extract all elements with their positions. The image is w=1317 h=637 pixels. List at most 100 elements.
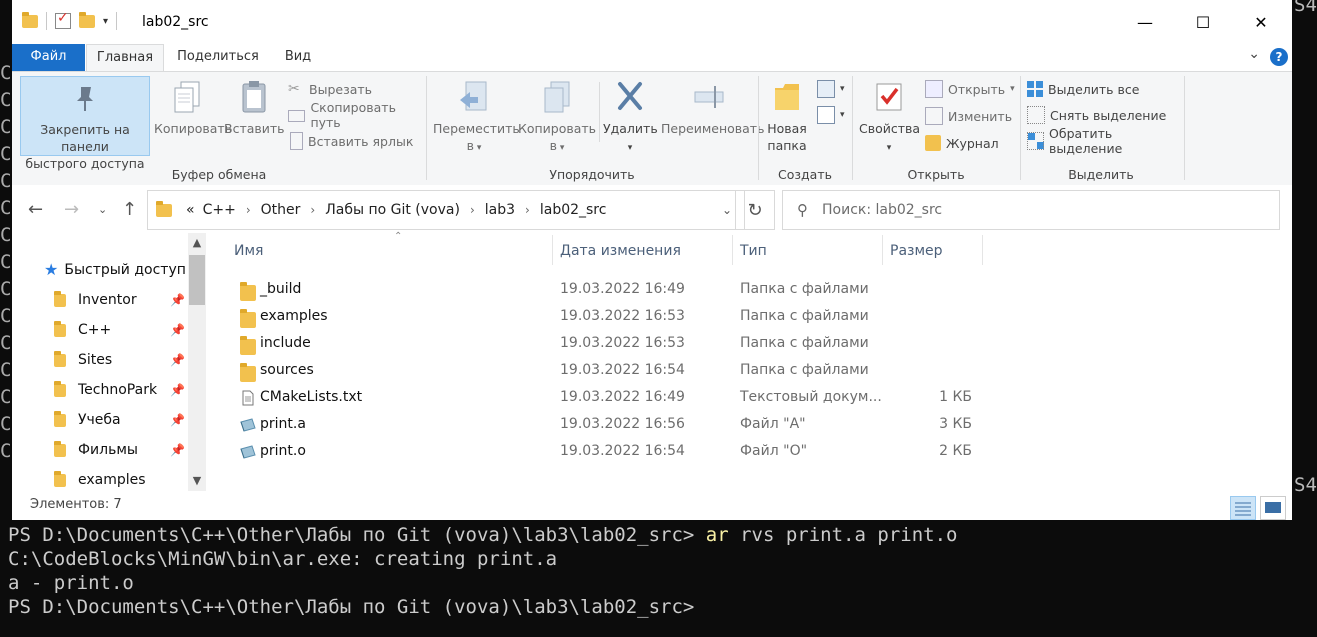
quick-access-item[interactable]: ★ Быстрый доступ — [44, 255, 186, 285]
chevron-right-icon[interactable]: › — [470, 203, 475, 217]
file-type: Файл "O" — [740, 443, 808, 459]
divider[interactable] — [552, 235, 553, 265]
copy-button[interactable]: Копировать — [154, 76, 232, 137]
cut-button[interactable]: ✂ Вырезать — [288, 78, 372, 100]
breadcrumb-labs[interactable]: Лабы по Git (vova) — [325, 202, 460, 218]
address-dropdown-icon[interactable]: ⌄ — [722, 203, 732, 217]
sidebar-item-technopark[interactable]: TechnoPark — [54, 375, 157, 405]
select-group: Выделить все Снять выделение Обратить вы… — [1021, 72, 1181, 185]
details-view-icon[interactable] — [1230, 496, 1256, 520]
rename-button[interactable]: Переименовать — [661, 76, 764, 137]
scroll-down-icon[interactable]: ▼ — [188, 471, 206, 491]
refresh-icon[interactable]: ↻ — [735, 190, 775, 230]
table-row[interactable]: CMakeLists.txt 19.03.2022 16:49 Текстовы… — [222, 384, 1002, 411]
large-icons-view-icon[interactable] — [1260, 496, 1286, 520]
breadcrumb-lab02-src[interactable]: lab02_src — [540, 202, 607, 218]
table-row[interactable]: include 19.03.2022 16:53 Папка с файлами — [222, 330, 1002, 357]
forward-arrow-icon[interactable]: → — [64, 199, 79, 220]
select-none-button[interactable]: Снять выделение — [1027, 104, 1166, 126]
column-header-date[interactable]: Дата изменения — [560, 233, 681, 267]
new-folder-quick-icon[interactable] — [79, 11, 95, 28]
address-bar[interactable]: « C++ › Other › Лабы по Git (vova) › lab3 › … — [147, 190, 745, 230]
select-all-button[interactable]: Выделить все — [1027, 78, 1139, 100]
maximize-button[interactable]: ☐ — [1174, 0, 1232, 44]
paste-shortcut-button[interactable]: Вставить ярлык — [288, 130, 413, 152]
breadcrumb-overflow[interactable]: « — [186, 202, 195, 218]
chevron-right-icon[interactable]: › — [310, 203, 315, 217]
column-header-name[interactable]: Имя — [234, 233, 263, 267]
pin-icon: 📌 — [170, 293, 185, 307]
open-button[interactable]: Открыть ▾ — [925, 78, 1015, 100]
column-header-type[interactable]: Тип — [740, 233, 767, 267]
breadcrumb-lab3[interactable]: lab3 — [485, 202, 515, 218]
breadcrumb-cpp[interactable]: C++ — [203, 202, 236, 218]
divider[interactable] — [732, 235, 733, 265]
delete-label: Удалить — [603, 121, 658, 136]
file-type: Текстовый докум... — [740, 389, 882, 405]
terminal-command: ar — [705, 524, 729, 546]
new-folder-button[interactable]: Новая папка — [763, 76, 811, 154]
table-row[interactable]: _build 19.03.2022 16:49 Папка с файлами — [222, 276, 1002, 303]
pin-icon: 📌 — [170, 353, 185, 367]
tab-share[interactable]: Поделиться — [172, 44, 264, 71]
sidebar-item-label: Sites — [78, 352, 113, 368]
sidebar-item-examples[interactable]: examples — [54, 465, 146, 495]
tab-home[interactable]: Главная — [86, 44, 164, 72]
new-item-button[interactable]: ▾ — [817, 78, 845, 100]
table-row[interactable]: print.a 19.03.2022 16:56 Файл "A" 3 КБ — [222, 411, 1002, 438]
sidebar-item-study[interactable]: Учеба — [54, 405, 121, 435]
move-to-button[interactable]: Переместить в ▾ — [433, 76, 520, 157]
chevron-down-icon[interactable]: ▾ — [103, 16, 108, 27]
minimize-button[interactable]: — — [1116, 0, 1174, 44]
sidebar-item-inventor[interactable]: Inventor — [54, 285, 137, 315]
sidebar-item-cpp[interactable]: C++ — [54, 315, 111, 345]
collapse-ribbon-icon[interactable]: ⌄ — [1248, 46, 1260, 62]
copy-to-label: Копировать — [517, 121, 597, 136]
help-button[interactable]: ? — [1270, 48, 1288, 66]
delete-icon — [618, 82, 642, 110]
tab-file[interactable]: Файл — [12, 44, 85, 71]
copy-to-label-2: в — [549, 138, 557, 153]
easy-access-button[interactable]: ▾ — [817, 104, 845, 126]
table-row[interactable]: sources 19.03.2022 16:54 Папка с файлами — [222, 357, 1002, 384]
nav-pane-scrollbar[interactable]: ▲ ▼ — [188, 233, 206, 491]
recent-locations-chevron-icon[interactable]: ⌄ — [98, 203, 107, 216]
generic-file-icon — [240, 445, 256, 459]
close-button[interactable]: ✕ — [1232, 0, 1290, 44]
tab-view[interactable]: Вид — [274, 44, 322, 71]
table-row[interactable]: examples 19.03.2022 16:53 Папка с файлам… — [222, 303, 1002, 330]
chevron-right-icon[interactable]: › — [246, 203, 251, 217]
back-arrow-icon[interactable]: ← — [28, 199, 43, 220]
breadcrumb-other[interactable]: Other — [261, 202, 301, 218]
sidebar-item-films[interactable]: Фильмы — [54, 435, 138, 465]
table-row[interactable]: print.o 19.03.2022 16:54 Файл "O" 2 КБ — [222, 438, 1002, 465]
divider[interactable] — [882, 235, 883, 265]
properties-button[interactable]: Свойства ▾ — [859, 76, 920, 157]
up-arrow-icon[interactable]: ↑ — [122, 199, 137, 220]
scroll-up-icon[interactable]: ▲ — [188, 233, 206, 253]
file-name: print.o — [260, 443, 306, 459]
divider[interactable] — [982, 235, 983, 265]
pin-quick-access-button[interactable]: Закрепить на панели быстрого доступа — [20, 76, 150, 171]
title-bar: ▾ lab02_src — ☐ ✕ — [12, 0, 1292, 44]
edit-button[interactable]: Изменить — [925, 105, 1012, 127]
chevron-right-icon[interactable]: › — [525, 203, 530, 217]
properties-quick-icon[interactable] — [55, 10, 71, 29]
scrollbar-thumb[interactable] — [189, 255, 205, 305]
folder-icon — [156, 200, 172, 217]
file-size: 3 КБ — [939, 416, 972, 432]
history-button[interactable]: Журнал — [925, 132, 999, 154]
pin-label-1: Закрепить на панели — [40, 122, 130, 154]
select-none-label: Снять выделение — [1050, 107, 1167, 123]
column-header-size[interactable]: Размер — [890, 233, 943, 267]
search-input[interactable]: ⚲ Поиск: lab02_src — [782, 190, 1280, 230]
copy-path-button[interactable]: Скопировать путь — [288, 100, 426, 130]
copy-to-button[interactable]: Копировать в ▾ — [517, 76, 597, 157]
paste-button[interactable]: Вставить — [224, 76, 285, 137]
file-type: Файл "A" — [740, 416, 806, 432]
sidebar-item-sites[interactable]: Sites — [54, 345, 112, 375]
invert-selection-button[interactable]: Обратить выделение — [1027, 126, 1181, 156]
folder-icon — [22, 11, 38, 28]
ribbon-tabs: Файл Главная Поделиться Вид ⌄ ? — [12, 44, 1292, 72]
delete-button[interactable]: Удалить ▾ — [603, 76, 658, 157]
